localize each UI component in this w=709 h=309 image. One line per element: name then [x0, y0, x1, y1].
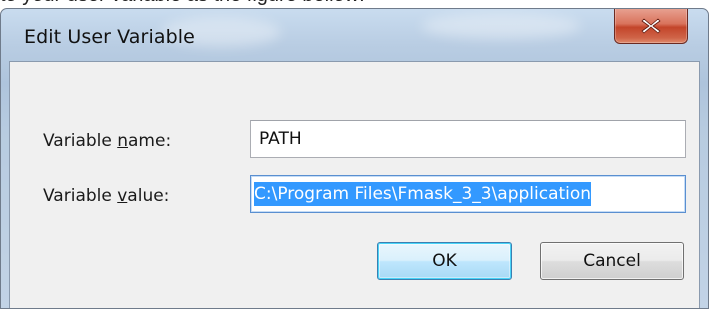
variable-name-value: PATH — [259, 129, 302, 149]
accelerator-key: n — [117, 131, 129, 151]
edit-user-variable-dialog: Edit User Variable Variable name: PATH V… — [0, 8, 709, 309]
variable-value-selected-text: C:\Program Files\Fmask_3_3\application — [254, 182, 592, 206]
accelerator-key: v — [117, 186, 128, 206]
screenshot-page: to your user variable as the figure bell… — [0, 0, 709, 309]
glass-highlight — [421, 13, 581, 39]
close-button[interactable] — [614, 9, 688, 44]
title-bar[interactable]: Edit User Variable — [1, 9, 708, 69]
window-title: Edit User Variable — [24, 26, 195, 48]
background-document-text: to your user variable as the figure bell… — [0, 0, 365, 7]
variable-value-field[interactable]: C:\Program Files\Fmask_3_3\application — [250, 175, 686, 213]
ok-button[interactable]: OK — [377, 242, 512, 280]
cancel-button[interactable]: Cancel — [540, 242, 684, 280]
variable-value-label: Variable value: — [43, 186, 170, 206]
close-x-icon — [641, 18, 661, 33]
variable-name-label: Variable name: — [43, 131, 172, 151]
dialog-client-area: Variable name: PATH Variable value: C:\P… — [9, 61, 700, 308]
variable-name-field[interactable]: PATH — [250, 120, 686, 158]
